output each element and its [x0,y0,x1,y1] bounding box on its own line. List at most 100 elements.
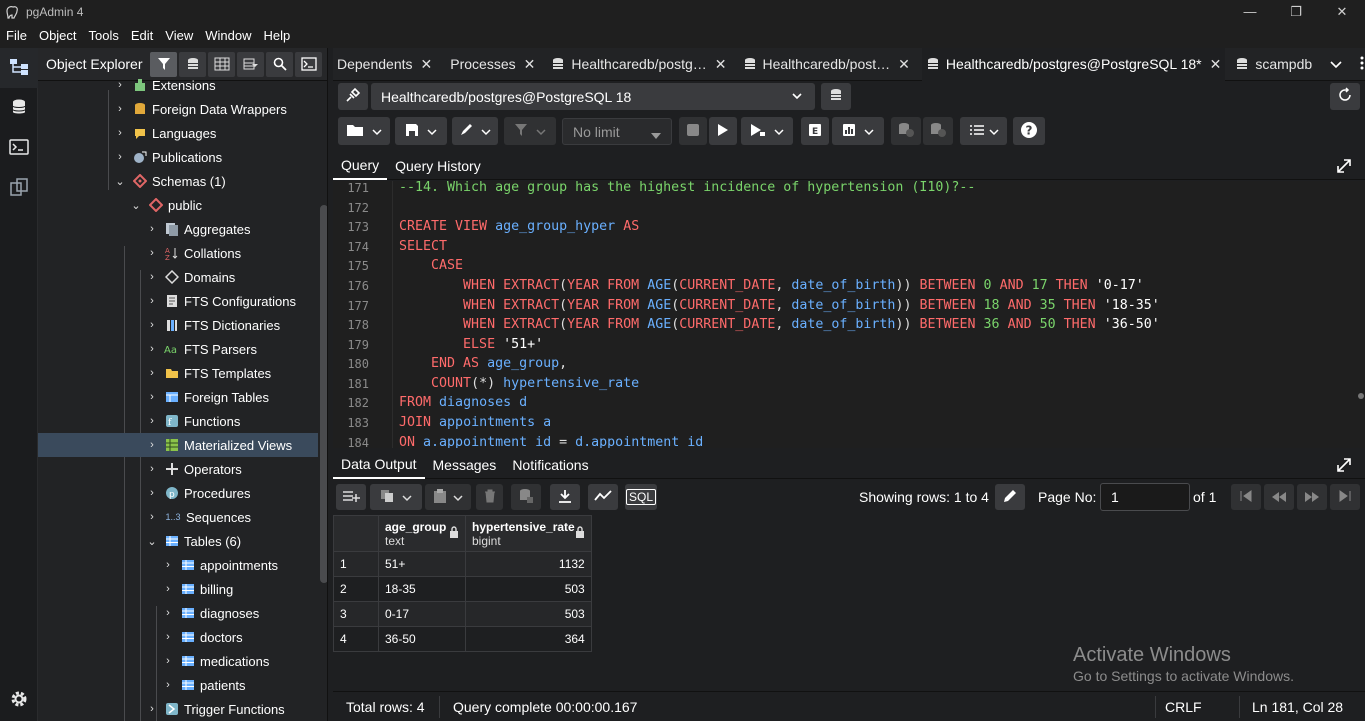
execute-options-button[interactable] [741,117,793,145]
tab-data-output[interactable]: Data Output [333,451,425,479]
tab-query-history[interactable]: Query History [387,152,489,180]
tree-item-operators[interactable]: › Operators [38,457,318,481]
close-icon[interactable]: ✕ [1210,56,1222,73]
column-header-hypertensive-rate[interactable]: hypertensive_rate bigint [465,515,592,552]
tree-item-fts-dictionaries[interactable]: › FTS Dictionaries [38,313,318,337]
chevron-right-icon[interactable]: › [162,559,174,571]
tree-item-procedures[interactable]: › p Procedures [38,481,318,505]
chevron-right-icon[interactable]: › [162,607,174,619]
chevron-right-icon[interactable]: › [146,487,158,499]
tree-item-table-appointments[interactable]: › appointments [38,553,318,577]
first-page-button[interactable] [1231,484,1261,510]
tree-item-table-billing[interactable]: › billing [38,577,318,601]
expand-icon[interactable] [1335,456,1353,474]
row-limit-select[interactable]: No limit [562,118,672,145]
refresh-button[interactable] [1330,83,1360,110]
open-file-button[interactable] [338,117,390,145]
cell-hypertensive-rate[interactable]: 503 [465,601,592,627]
cell-age-group[interactable]: 36-50 [378,626,466,652]
tree-item-trigger-functions[interactable]: › Trigger Functions [38,697,318,721]
macros-button[interactable] [960,117,1007,145]
menu-view[interactable]: View [159,28,199,43]
chevron-right-icon[interactable]: › [114,127,126,139]
connection-select[interactable]: Healthcaredb/postgres@PostgreSQL 18 [371,83,815,110]
menu-object[interactable]: Object [33,28,83,43]
editor-scrollbar[interactable] [1355,181,1365,448]
tree-item-functions[interactable]: › f Functions [38,409,318,433]
graph-visualiser-button[interactable] [588,484,618,510]
tree-item-extensions[interactable]: › Extensions [38,73,318,97]
tree-item-aggregates[interactable]: › Aggregates [38,217,318,241]
tree-item-table-diagnoses[interactable]: › diagnoses [38,601,318,625]
table-row[interactable]: 4 36-50 364 [333,626,592,652]
tree-item-fts-parsers[interactable]: › Aa FTS Parsers [38,337,318,361]
download-button[interactable] [550,484,580,510]
menu-window[interactable]: Window [199,28,257,43]
delete-row-button[interactable] [476,484,503,510]
tree-item-tables[interactable]: ⌄ Tables (6) [38,529,318,553]
commit-button[interactable] [891,117,921,145]
execute-button[interactable] [709,117,737,145]
save-data-button[interactable] [511,484,541,510]
menu-file[interactable]: File [0,28,33,43]
tree-item-fts-templates[interactable]: › FTS Templates [38,361,318,385]
tab-messages[interactable]: Messages [425,451,505,479]
chevron-down-icon[interactable]: ⌄ [130,199,142,212]
tree-item-languages[interactable]: › Languages [38,121,318,145]
chevron-right-icon[interactable]: › [162,655,174,667]
chevron-right-icon[interactable]: › [146,367,158,379]
database-rail-button[interactable] [0,88,38,128]
schema-diff-rail-button[interactable] [0,168,38,208]
tree-item-collations[interactable]: › AZ Collations [38,241,318,265]
tree-item-table-doctors[interactable]: › doctors [38,625,318,649]
tree-item-foreign-tables[interactable]: › Foreign Tables [38,385,318,409]
close-icon[interactable]: ✕ [421,56,433,73]
chevron-right-icon[interactable]: › [146,343,158,355]
tree-item-table-patients[interactable]: › patients [38,673,318,697]
tree-item-sequences[interactable]: › 1..3 Sequences [38,505,318,529]
menu-tools[interactable]: Tools [83,28,125,43]
cell-hypertensive-rate[interactable]: 364 [465,626,592,652]
chevron-right-icon[interactable]: › [114,151,126,163]
stop-button[interactable] [679,117,707,145]
paste-button[interactable] [425,484,471,510]
chevron-down-icon[interactable]: ⌄ [114,175,126,188]
explain-button[interactable]: E [801,117,829,145]
chevron-right-icon[interactable]: › [114,79,126,91]
menu-help[interactable]: Help [258,28,297,43]
chevron-right-icon[interactable]: › [146,439,158,451]
tab-scampdb[interactable]: scampdb [1231,48,1316,81]
save-file-button[interactable] [395,117,447,145]
tab-notifications[interactable]: Notifications [504,451,596,479]
chevron-right-icon[interactable]: › [146,319,158,331]
chevron-right-icon[interactable]: › [146,223,158,235]
tab-processes[interactable]: Processes ✕ [446,48,539,81]
tab-query-tool-2[interactable]: Healthcaredb/post… ✕ [739,48,914,81]
tab-query[interactable]: Query [333,152,388,180]
sql-editor[interactable]: 171 172 173 174 175 176 177 178 179 180 … [333,181,1355,448]
close-icon[interactable]: ✕ [524,56,536,73]
copy-button[interactable] [370,484,422,510]
chevron-right-icon[interactable]: › [146,463,158,475]
filter-button[interactable] [504,117,556,145]
previous-page-button[interactable] [1264,484,1294,510]
tab-dependents[interactable]: Dependents ✕ [333,48,436,81]
help-button[interactable]: ? [1013,117,1045,145]
chevron-right-icon[interactable]: › [146,391,158,403]
close-icon[interactable]: ✕ [715,56,727,73]
table-row[interactable]: 1 51+ 1132 [333,551,592,577]
page-number-input[interactable]: 1 [1100,483,1190,511]
tabs-overflow-chevron-icon[interactable] [1330,57,1342,72]
explain-analyze-button[interactable] [832,117,884,145]
connection-status-button[interactable] [338,83,368,110]
chevron-right-icon[interactable]: › [162,679,174,691]
table-row[interactable]: 2 18-35 503 [333,576,592,602]
explorer-scrollbar[interactable] [320,205,327,583]
tree-item-table-medications[interactable]: › medications [38,649,318,673]
column-header-age-group[interactable]: age_group text [378,515,466,552]
object-explorer-rail-button[interactable] [0,48,38,88]
tree-item-fts-configurations[interactable]: › FTS Configurations [38,289,318,313]
edit-rows-button[interactable] [995,484,1025,510]
chevron-right-icon[interactable]: › [146,247,158,259]
tree-item-materialized-views[interactable]: › Materialized Views [38,433,318,457]
